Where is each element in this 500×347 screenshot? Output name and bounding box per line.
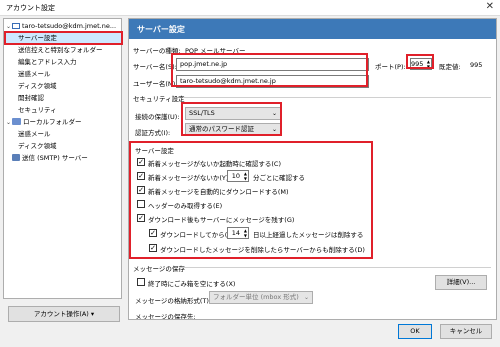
tree-item-junk[interactable]: 迷惑メール	[4, 69, 51, 80]
empty-trash-label: 終了時にごみ箱を空にする(X)	[148, 280, 236, 288]
auth-method-label: 認証方式(I):	[135, 129, 171, 137]
highlight-box	[129, 141, 373, 259]
smtp-label: 送信 (SMTP) サーバー	[22, 154, 88, 162]
port-label: ポート(P):	[375, 63, 406, 71]
section-divider	[179, 267, 491, 268]
tree-item-receipts[interactable]: 開封確認	[4, 93, 44, 104]
tree-local-disk[interactable]: ディスク領域	[4, 141, 57, 152]
tree-item-label: 送信控えと特別なフォルダー	[18, 46, 103, 54]
account-actions-label: アカウント操作(A)	[33, 310, 89, 318]
empty-trash-checkbox[interactable]	[137, 278, 145, 286]
conn-security-label: 接続の保護(U):	[135, 113, 180, 121]
highlight-box	[181, 102, 282, 136]
highlight-box	[171, 53, 368, 87]
storage-section-title: メッセージの保存	[133, 265, 185, 273]
window-title: アカウント設定	[6, 4, 55, 12]
store-type-value: フォルダー単位 (mbox 形式)	[213, 293, 299, 301]
tree-item-label: 編集とアドレス入力	[18, 58, 77, 66]
chevron-down-icon: ▾	[90, 310, 95, 318]
tree-item-label: ディスク領域	[18, 142, 57, 150]
account-actions-button[interactable]: アカウント操作(A) ▾	[8, 306, 120, 322]
store-type-label: メッセージの格納形式(T):	[135, 297, 212, 305]
tree-item-disk-space[interactable]: ディスク領域	[4, 81, 57, 92]
tree-item-label: 迷惑メール	[18, 130, 51, 138]
close-icon[interactable]: ✕	[486, 1, 494, 12]
local-folder-icon	[12, 118, 21, 125]
highlight-box	[406, 54, 434, 69]
mail-account-icon	[12, 23, 20, 29]
chevron-down-icon: ⌄	[303, 294, 309, 301]
tree-item-label: 迷惑メール	[18, 70, 51, 78]
account-email: taro-tetsudo@kdm.jmet.ne...	[22, 22, 117, 30]
smtp-icon	[12, 154, 20, 161]
tree-smtp[interactable]: 送信 (SMTP) サーバー	[12, 153, 88, 164]
account-tree: ⌄ taro-tetsudo@kdm.jmet.ne... サーバー設定 送信控え…	[3, 18, 122, 299]
cancel-button[interactable]: キャンセル	[440, 324, 492, 339]
tree-item-label: 開封確認	[18, 94, 44, 102]
store-path-label: メッセージの保存先:	[135, 313, 196, 320]
panel-header: サーバー設定	[129, 19, 496, 39]
tree-item-label: ディスク領域	[18, 82, 57, 90]
default-label: 既定値:	[439, 63, 461, 71]
highlight-box	[4, 31, 123, 45]
details-button[interactable]: 詳細(V)...	[435, 275, 487, 290]
security-section-title: セキュリティ設定	[133, 95, 185, 103]
tree-local-folders[interactable]: ⌄ ローカルフォルダー	[6, 117, 82, 128]
local-folder-label: ローカルフォルダー	[23, 118, 82, 126]
tree-item-copies-folders[interactable]: 送信控えと特別なフォルダー	[4, 45, 103, 56]
tree-local-junk[interactable]: 迷惑メール	[4, 129, 51, 140]
default-value: 995	[470, 61, 483, 69]
title-bar: アカウント設定 ✕	[0, 0, 500, 16]
tree-item-composition[interactable]: 編集とアドレス入力	[4, 57, 77, 68]
ok-button[interactable]: OK	[398, 324, 432, 339]
tree-item-security[interactable]: セキュリティ	[4, 105, 57, 116]
tree-item-label: セキュリティ	[18, 106, 57, 114]
store-type-select[interactable]: フォルダー単位 (mbox 形式) ⌄	[209, 291, 313, 304]
section-divider	[183, 97, 491, 98]
